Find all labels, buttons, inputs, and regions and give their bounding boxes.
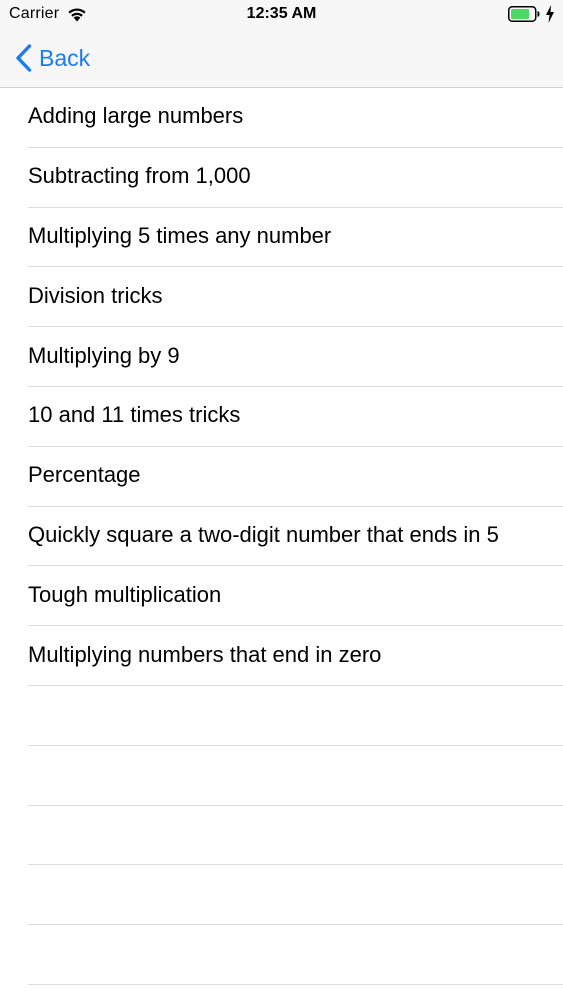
empty-row: [28, 865, 563, 926]
back-button[interactable]: Back: [14, 40, 90, 76]
list-item-label: Quickly square a two-digit number that e…: [28, 521, 499, 547]
empty-row: [28, 686, 563, 746]
list-item[interactable]: Multiplying numbers that end in zero: [28, 626, 563, 686]
list-item-label: Percentage: [28, 462, 141, 488]
list-item[interactable]: Adding large numbers: [28, 88, 563, 148]
list-item[interactable]: Subtracting from 1,000: [28, 148, 563, 208]
list-item[interactable]: 10 and 11 times tricks: [28, 387, 563, 447]
list-item-label: Subtracting from 1,000: [28, 163, 251, 189]
chevron-left-icon: [16, 44, 32, 72]
list-item[interactable]: Percentage: [28, 447, 563, 507]
empty-row: [28, 746, 563, 806]
list-item[interactable]: Quickly square a two-digit number that e…: [28, 507, 563, 567]
list-item-label: Multiplying by 9: [28, 342, 180, 368]
navigation-bar: Back: [0, 30, 563, 88]
list-item-label: Division tricks: [28, 282, 163, 308]
charging-bolt-icon: [546, 5, 554, 23]
empty-row: [28, 925, 563, 985]
list-item[interactable]: Tough multiplication: [28, 566, 563, 627]
list-item-label: Tough multiplication: [28, 581, 222, 607]
list-item[interactable]: Multiplying 5 times any number: [28, 208, 563, 268]
status-bar: Carrier 12:35 AM: [0, 0, 563, 30]
tricks-list: Adding large numbers Subtracting from 1,…: [0, 88, 563, 985]
status-time: 12:35 AM: [246, 5, 317, 22]
list-item[interactable]: Division tricks: [28, 267, 563, 328]
empty-row: [28, 806, 563, 866]
battery-icon: [508, 6, 540, 22]
back-button-label: Back: [39, 44, 91, 71]
list-item-label: Multiplying 5 times any number: [28, 222, 332, 248]
list-item-label: Adding large numbers: [28, 103, 244, 129]
list-item[interactable]: Multiplying by 9: [28, 327, 563, 387]
list-item-label: 10 and 11 times tricks: [28, 402, 241, 428]
list-item-label: Multiplying numbers that end in zero: [28, 641, 382, 667]
